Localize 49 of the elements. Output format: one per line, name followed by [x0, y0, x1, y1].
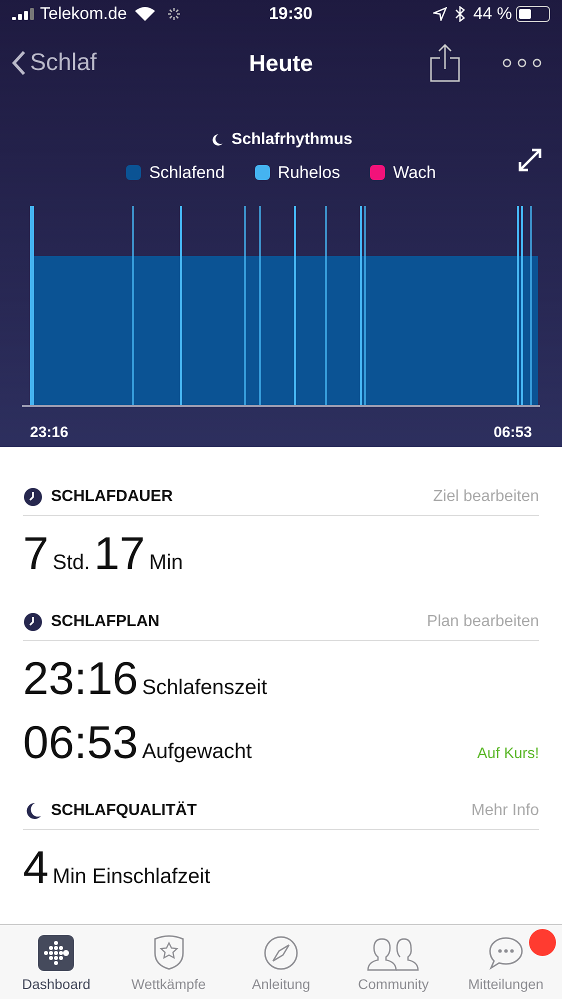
section-title: SCHLAFQUALITÄT	[51, 800, 197, 821]
chart-title: Schlafrhythmus	[232, 130, 352, 150]
signal-icon	[12, 8, 36, 20]
legend-label: Schlafend	[149, 162, 225, 184]
chat-bubble-icon	[486, 935, 525, 971]
value-unit: Schlafenszeit	[142, 677, 268, 698]
value-unit: Aufgewacht	[142, 741, 252, 762]
page-title: Heute	[249, 48, 313, 78]
chevron-left-icon	[12, 50, 26, 76]
tab-item[interactable]: Wettkämpfe	[112, 925, 225, 999]
moon-icon	[210, 133, 224, 147]
more-icon[interactable]	[502, 58, 542, 68]
value-number: 4	[23, 844, 49, 890]
tab-item[interactable]: Mitteilungen	[450, 925, 562, 999]
carrier-name: Telekom.de	[40, 3, 127, 26]
location-arrow-icon	[433, 7, 448, 21]
value-number: 06:53	[23, 719, 138, 765]
clock-icon	[23, 612, 43, 632]
clock-time: 19:30	[268, 3, 312, 26]
legend-label: Ruhelos	[278, 162, 340, 184]
section-link[interactable]: Ziel bearbeiten	[433, 485, 539, 509]
section-link[interactable]: Plan bearbeiten	[426, 610, 539, 634]
status-text: Auf Kurs!	[477, 746, 539, 761]
section-link[interactable]: Mehr Info	[471, 799, 539, 823]
section-title: SCHLAFPLAN	[51, 612, 160, 632]
value-unit: Min Einschlafzeit	[52, 866, 210, 887]
dots-logo-icon	[38, 935, 74, 971]
tab-item[interactable]: Community	[337, 925, 450, 999]
clock-icon	[23, 487, 43, 507]
start-time-label: 23:16	[30, 422, 68, 442]
battery-percent: 44 %	[473, 3, 512, 26]
value-unit: Std.	[52, 552, 90, 573]
value-unit: Min	[149, 552, 183, 573]
legend-label: Wach	[393, 162, 436, 184]
end-time-label: 06:53	[494, 422, 532, 442]
value-number: 17	[94, 530, 146, 576]
value-number: 7	[23, 530, 49, 576]
expand-icon[interactable]	[518, 148, 542, 172]
battery-icon	[516, 6, 550, 22]
section-title: SCHLAFDAUER	[51, 487, 173, 507]
tab-item[interactable]: Anleitung	[224, 925, 338, 999]
tab-item[interactable]: Dashboard	[0, 925, 112, 999]
spinner-icon	[166, 7, 181, 21]
compass-icon	[263, 935, 300, 971]
value-number: 23:16	[23, 655, 138, 701]
share-icon[interactable]	[430, 44, 460, 82]
bluetooth-icon	[455, 6, 466, 22]
back-button[interactable]: Schlaf	[12, 45, 97, 81]
wifi-icon	[134, 7, 155, 21]
